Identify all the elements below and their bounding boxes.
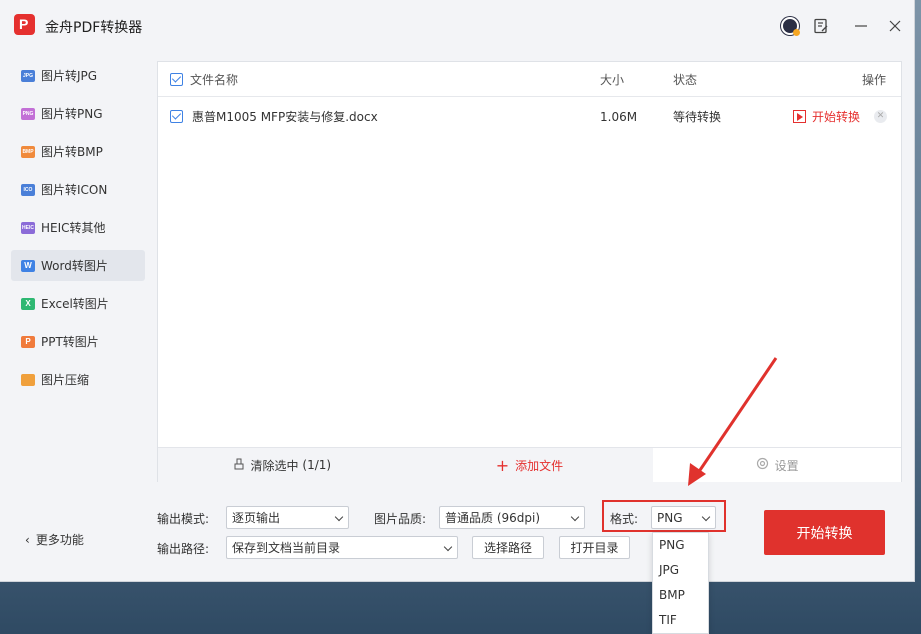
output-mode-select[interactable]: 逐页输出 [226,506,349,529]
sidebar-item-label: Word转图片 [41,259,108,273]
sidebar-item-label: 图片转PNG [41,107,103,121]
settings-button[interactable]: 设置 [653,448,901,482]
plus-icon: + [495,455,510,475]
format-option-png[interactable]: PNG [653,533,708,558]
table-row[interactable]: 惠普M1005 MFP安装与修复.docx 1.06M 等待转换 开始转换 ✕ [158,99,901,134]
sidebar-item-label: 图片转JPG [41,69,98,83]
sidebar-item-image-to-bmp[interactable]: BMP 图片转BMP [11,136,145,167]
sidebar-item-image-to-png[interactable]: PNG 图片转PNG [11,98,145,129]
heic-file-icon: HEIC [21,221,35,234]
header-file-name: 文件名称 [190,72,239,87]
format-label: 格式: [610,512,639,526]
clear-selected-label: 清除选中 [250,458,299,473]
image-quality-select[interactable]: 普通品质 (96dpi) [439,506,585,529]
open-directory-button[interactable]: 打开目录 [559,536,630,559]
app-window: 金舟PDF转换器 JPG 图片转JPG PNG 图片转PNG BMP 图片转BM… [0,0,915,582]
start-convert-button[interactable]: 开始转换 [764,510,885,555]
sidebar-item-word-to-image[interactable]: W Word转图片 [11,250,145,281]
format-select[interactable]: PNG [651,506,716,529]
sidebar-item-excel-to-image[interactable]: X Excel转图片 [11,288,145,319]
word-icon: W [21,259,35,272]
image-quality-label: 图片品质: [374,512,427,526]
clear-selected-button[interactable]: 清除选中 (1/1) [158,448,406,482]
compress-icon [21,373,35,386]
output-path-value: 保存到文档当前目录 [232,541,341,555]
format-dropdown-list: PNG JPG BMP TIF [652,532,709,634]
png-file-icon: PNG [21,107,35,120]
sidebar-item-heic-to-other[interactable]: HEIC HEIC转其他 [11,212,145,243]
output-path-label: 输出路径: [157,542,210,556]
sidebar-item-image-compress[interactable]: 图片压缩 [11,364,145,395]
chevron-down-icon [701,512,711,522]
table-header: 文件名称 大小 状态 操作 [158,62,901,97]
feedback-icon[interactable] [811,16,831,36]
sidebar-item-ppt-to-image[interactable]: P PPT转图片 [11,326,145,357]
add-file-button[interactable]: + 添加文件 [405,448,654,482]
more-features-link[interactable]: ‹ 更多功能 [25,531,84,548]
gear-icon [756,457,769,473]
header-size: 大小 [600,72,625,87]
more-features-label: 更多功能 [35,533,84,547]
sidebar: JPG 图片转JPG PNG 图片转PNG BMP 图片转BMP ICO 图片转… [0,52,155,582]
choose-path-button[interactable]: 选择路径 [472,536,544,559]
settings-label: 设置 [774,458,799,473]
file-list-panel: 文件名称 大小 状态 操作 惠普M1005 MFP安装与修复.docx 1.06… [157,61,902,482]
sidebar-item-label: 图片转ICON [41,183,108,197]
output-mode-value: 逐页输出 [232,511,281,525]
ico-file-icon: ICO [21,183,35,196]
title-bar: 金舟PDF转换器 [0,0,914,52]
close-icon[interactable] [885,16,905,36]
selected-count: (1/1) [302,458,332,472]
jpg-file-icon: JPG [21,69,35,82]
app-logo-icon [14,14,35,35]
sidebar-item-label: 图片压缩 [41,373,90,387]
sidebar-item-image-to-jpg[interactable]: JPG 图片转JPG [11,60,145,91]
output-mode-label: 输出模式: [157,512,210,526]
play-icon [793,110,806,123]
panel-action-bar: 清除选中 (1/1) + 添加文件 设置 [158,447,901,482]
chevron-down-icon [443,542,453,552]
format-option-bmp[interactable]: BMP [653,583,708,608]
file-name: 惠普M1005 MFP安装与修复.docx [192,110,378,124]
image-quality-value: 普通品质 (96dpi) [445,511,541,525]
excel-icon: X [21,297,35,310]
sidebar-item-image-to-icon[interactable]: ICO 图片转ICON [11,174,145,205]
file-status: 等待转换 [673,110,722,124]
add-file-label: 添加文件 [515,458,564,473]
output-path-select[interactable]: 保存到文档当前目录 [226,536,458,559]
format-value: PNG [657,510,683,525]
ppt-icon: P [21,335,35,348]
bmp-file-icon: BMP [21,145,35,158]
sidebar-item-label: Excel转图片 [41,297,109,311]
header-ops: 操作 [862,72,887,87]
sidebar-item-label: 图片转BMP [41,145,103,159]
file-size: 1.06M [600,109,638,124]
row-start-convert-button[interactable]: 开始转换 [793,108,860,125]
format-option-tif[interactable]: TIF [653,608,708,633]
row-start-convert-label: 开始转换 [812,110,861,124]
minimize-icon[interactable] [851,16,871,36]
user-avatar-icon[interactable] [780,16,800,36]
sidebar-item-label: HEIC转其他 [41,221,106,235]
format-option-jpg[interactable]: JPG [653,558,708,583]
chevron-down-icon [570,512,580,522]
remove-file-icon[interactable]: ✕ [874,110,887,123]
broom-icon [233,458,245,473]
chevron-down-icon [334,512,344,522]
row-checkbox[interactable] [170,110,183,123]
chevron-left-icon: ‹ [25,533,30,547]
app-title: 金舟PDF转换器 [45,20,143,36]
select-all-checkbox[interactable] [170,72,183,86]
sidebar-item-label: PPT转图片 [41,335,99,349]
header-status: 状态 [673,72,698,87]
